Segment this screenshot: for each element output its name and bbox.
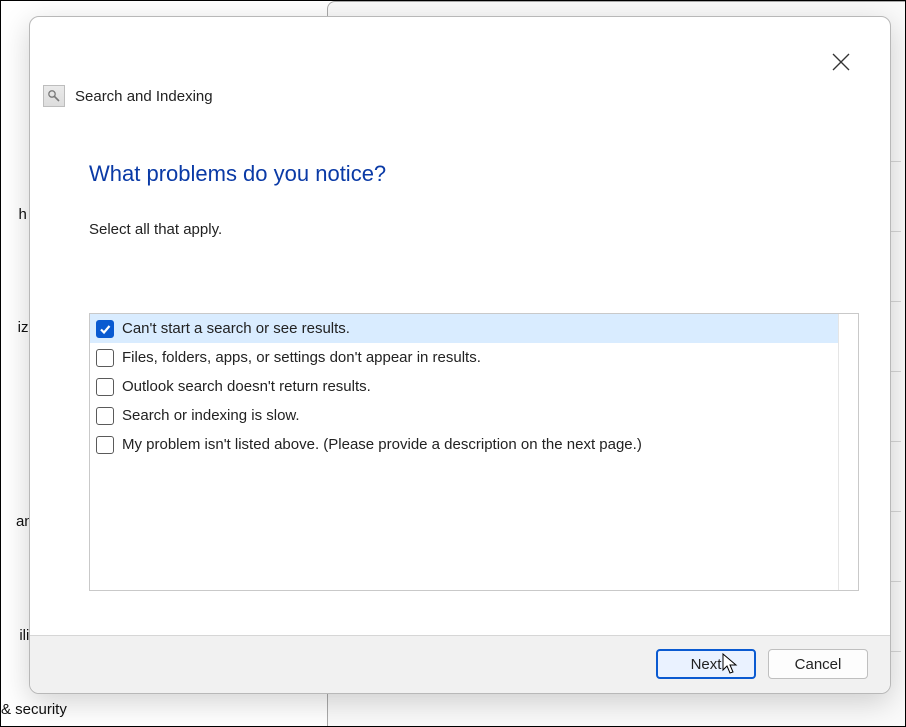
checkbox[interactable]: [96, 378, 114, 396]
option-label: Search or indexing is slow.: [122, 407, 300, 424]
troubleshooter-icon: [43, 85, 65, 107]
page-heading: What problems do you notice?: [89, 161, 386, 187]
page-subtext: Select all that apply.: [89, 221, 222, 238]
option-cant-start-search[interactable]: Can't start a search or see results.: [90, 314, 858, 343]
option-label: Can't start a search or see results.: [122, 320, 350, 337]
checkbox[interactable]: [96, 320, 114, 338]
titlebar: Search and Indexing: [43, 85, 213, 107]
option-label: Files, folders, apps, or settings don't …: [122, 349, 481, 366]
next-button[interactable]: Next: [656, 649, 756, 679]
scrollbar-track[interactable]: [838, 314, 858, 590]
troubleshooter-dialog: Search and Indexing What problems do you…: [29, 16, 891, 694]
checkbox[interactable]: [96, 407, 114, 425]
checkbox[interactable]: [96, 349, 114, 367]
check-icon: [99, 323, 111, 335]
option-search-slow[interactable]: Search or indexing is slow.: [90, 401, 858, 430]
bg-security-label: & security: [1, 701, 67, 718]
option-label: Outlook search doesn't return results.: [122, 378, 371, 395]
option-outlook-no-results[interactable]: Outlook search doesn't return results.: [90, 372, 858, 401]
cancel-button[interactable]: Cancel: [768, 649, 868, 679]
checkbox[interactable]: [96, 436, 114, 454]
close-button[interactable]: [830, 51, 852, 73]
close-icon: [830, 51, 852, 73]
option-label: My problem isn't listed above. (Please p…: [122, 436, 642, 453]
option-not-listed[interactable]: My problem isn't listed above. (Please p…: [90, 430, 858, 459]
problem-listbox: Can't start a search or see results. Fil…: [89, 313, 859, 591]
option-files-not-in-results[interactable]: Files, folders, apps, or settings don't …: [90, 343, 858, 372]
titlebar-title: Search and Indexing: [75, 88, 213, 105]
dialog-footer: Next Cancel: [30, 635, 890, 693]
